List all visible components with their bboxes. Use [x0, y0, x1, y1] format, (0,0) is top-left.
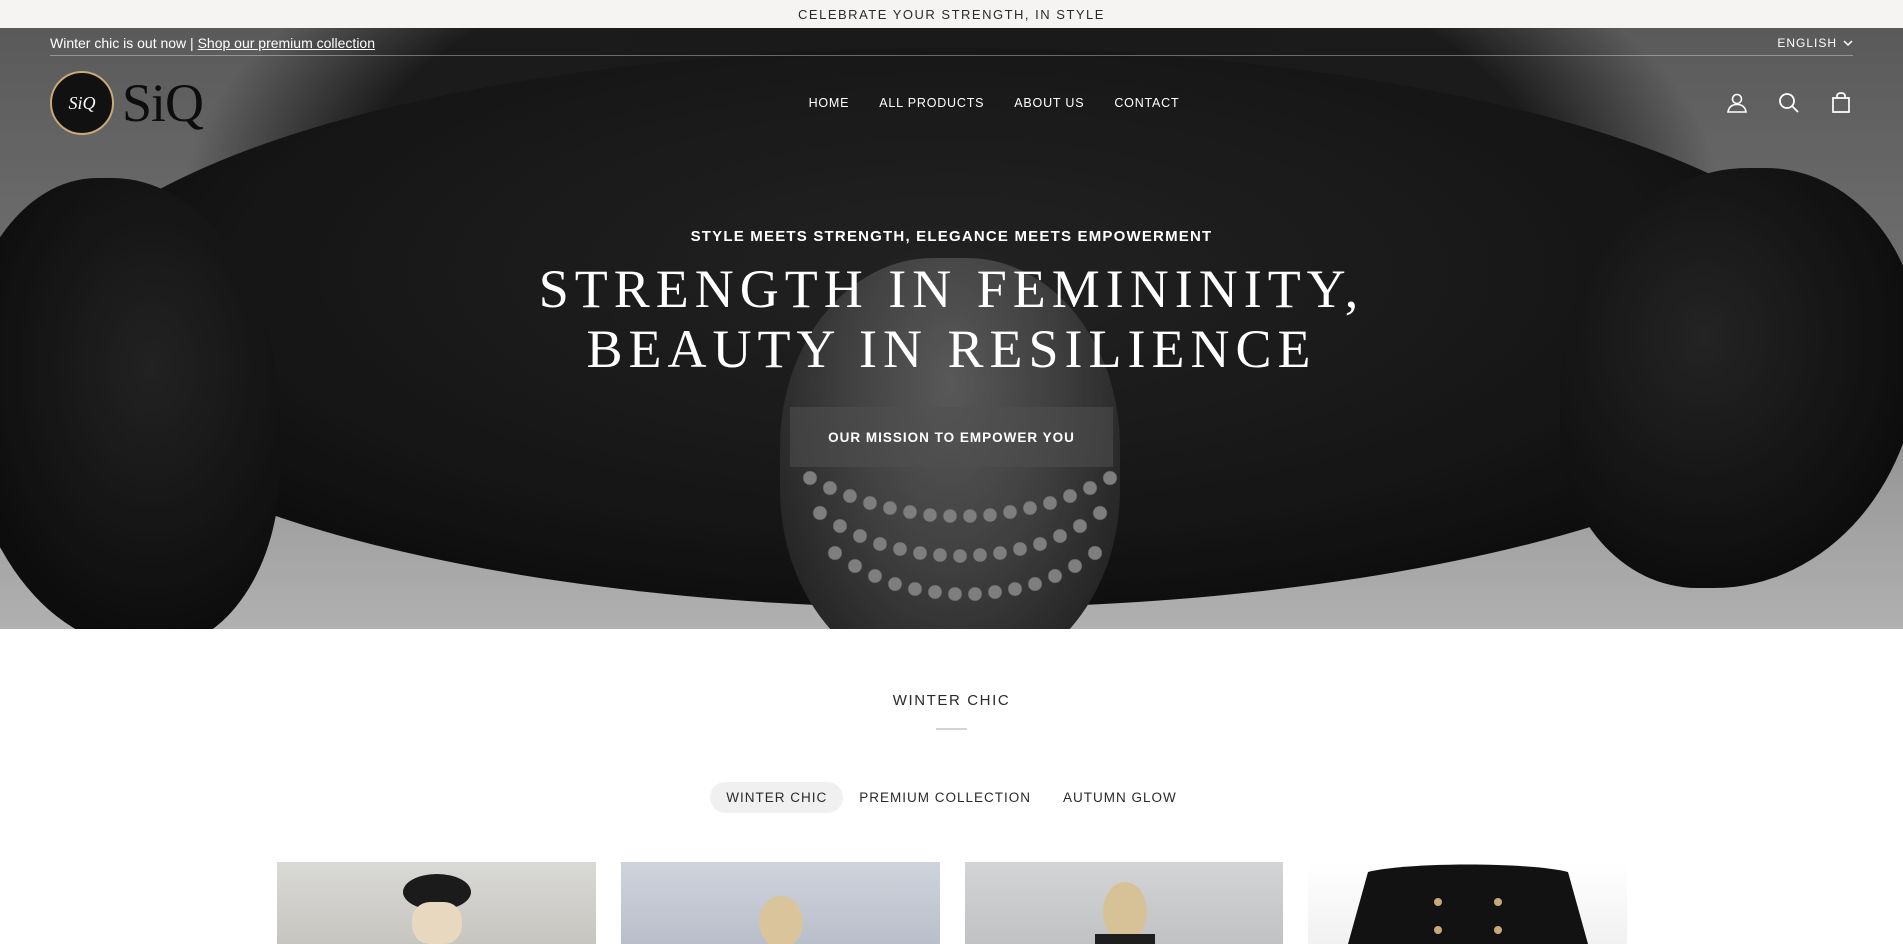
hero-title-line1: STRENGTH IN FEMININITY, — [538, 259, 1365, 319]
product-card[interactable] — [964, 862, 1284, 944]
site-header: SiQ SiQ HOME ALL PRODUCTS ABOUT US CONTA… — [50, 68, 1853, 138]
nav-all-products[interactable]: ALL PRODUCTS — [879, 96, 984, 110]
nav-about-us[interactable]: ABOUT US — [1014, 96, 1084, 110]
product-grid — [277, 862, 1627, 944]
nav-home[interactable]: HOME — [809, 96, 850, 110]
mission-button[interactable]: OUR MISSION TO EMPOWER YOU — [790, 407, 1113, 467]
tab-winter-chic[interactable]: WINTER CHIC — [710, 782, 844, 813]
utility-bar: Winter chic is out now | Shop our premiu… — [50, 30, 1853, 56]
product-image — [403, 874, 471, 944]
language-label: ENGLISH — [1777, 35, 1837, 50]
announcement-text: CELEBRATE YOUR STRENGTH, IN STYLE — [798, 6, 1105, 22]
collection-divider — [936, 728, 967, 730]
promo-message: Winter chic is out now | Shop our premiu… — [50, 35, 375, 51]
hero-content: STYLE MEETS STRENGTH, ELEGANCE MEETS EMP… — [0, 228, 1903, 379]
promo-link[interactable]: Shop our premium collection — [198, 35, 375, 51]
site-logo[interactable]: SiQ SiQ — [50, 71, 204, 135]
chevron-down-icon — [1843, 39, 1853, 46]
collection-title: WINTER CHIC — [892, 692, 1011, 709]
cart-icon[interactable] — [1829, 91, 1853, 115]
product-card[interactable] — [620, 862, 940, 944]
hero-title: STRENGTH IN FEMININITY, BEAUTY IN RESILI… — [0, 259, 1903, 379]
nav-contact[interactable]: CONTACT — [1114, 96, 1179, 110]
tab-premium-collection[interactable]: PREMIUM COLLECTION — [843, 782, 1047, 813]
logo-badge-text: SiQ — [68, 92, 96, 113]
main-navigation: HOME ALL PRODUCTS ABOUT US CONTACT — [809, 96, 1180, 110]
header-icons — [1725, 91, 1853, 115]
mission-button-label: OUR MISSION TO EMPOWER YOU — [828, 429, 1075, 445]
hero-eyebrow: STYLE MEETS STRENGTH, ELEGANCE MEETS EMP… — [690, 228, 1213, 245]
product-image — [1094, 882, 1155, 944]
product-image — [758, 896, 803, 944]
tab-autumn-glow[interactable]: AUTUMN GLOW — [1047, 782, 1193, 813]
product-card[interactable] — [1308, 862, 1627, 944]
logo-badge: SiQ — [50, 71, 114, 135]
announcement-bar: CELEBRATE YOUR STRENGTH, IN STYLE — [0, 0, 1903, 28]
logo-wordmark: SiQ — [122, 73, 204, 133]
language-selector[interactable]: ENGLISH — [1777, 36, 1853, 50]
hero-title-line2: BEAUTY IN RESILIENCE — [586, 319, 1317, 379]
product-card[interactable] — [277, 862, 596, 944]
promo-text: Winter chic is out now | — [50, 34, 194, 51]
account-icon[interactable] — [1725, 91, 1749, 115]
product-image — [1348, 864, 1589, 944]
search-icon[interactable] — [1777, 91, 1801, 115]
collection-tabs: WINTER CHIC PREMIUM COLLECTION AUTUMN GL… — [0, 782, 1903, 813]
